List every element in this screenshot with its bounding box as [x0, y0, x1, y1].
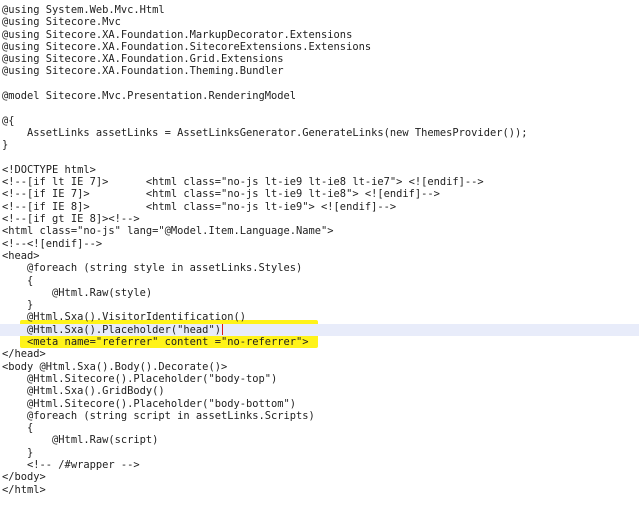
code-editor[interactable]: @using System.Web.Mvc.Html @using Siteco…: [0, 0, 639, 512]
code-line[interactable]: [0, 78, 639, 90]
code-line[interactable]: @Html.Raw(style): [0, 287, 639, 299]
code-line[interactable]: @Html.Sitecore().Placeholder("body-botto…: [0, 398, 639, 410]
code-line[interactable]: <html class="no-js" lang="@Model.Item.La…: [0, 225, 639, 237]
code-line[interactable]: @model Sitecore.Mvc.Presentation.Renderi…: [0, 90, 639, 102]
code-line[interactable]: @foreach (string script in assetLinks.Sc…: [0, 410, 639, 422]
code-lines[interactable]: @using System.Web.Mvc.Html @using Siteco…: [0, 4, 639, 496]
code-line[interactable]: @using Sitecore.XA.Foundation.Grid.Exten…: [0, 53, 639, 65]
code-line[interactable]: @Html.Sxa().VisitorIdentification(): [0, 311, 639, 323]
code-line[interactable]: @{: [0, 115, 639, 127]
code-line[interactable]: <!--[if gt IE 8]><!-->: [0, 213, 639, 225]
code-line[interactable]: }: [0, 139, 639, 151]
code-line[interactable]: @using System.Web.Mvc.Html: [0, 4, 639, 16]
code-line[interactable]: @foreach (string style in assetLinks.Sty…: [0, 262, 639, 274]
code-line[interactable]: <!--[if lt IE 7]> <html class="no-js lt-…: [0, 176, 639, 188]
code-line[interactable]: @Html.Sitecore().Placeholder("body-top"): [0, 373, 639, 385]
code-line[interactable]: <head>: [0, 250, 639, 262]
code-line[interactable]: </html>: [0, 484, 639, 496]
code-line[interactable]: @using Sitecore.Mvc: [0, 16, 639, 28]
code-line-text: @Html.Sxa().Placeholder("head"): [2, 323, 221, 336]
code-line[interactable]: </head>: [0, 348, 639, 360]
code-line[interactable]: @Html.Sxa().GridBody(): [0, 385, 639, 397]
code-line[interactable]: {: [0, 275, 639, 287]
code-line[interactable]: <meta name="referrer" content ="no-refer…: [0, 336, 639, 348]
code-line[interactable]: <!--<![endif]-->: [0, 238, 639, 250]
code-line[interactable]: <!DOCTYPE html>: [0, 164, 639, 176]
code-line[interactable]: {: [0, 422, 639, 434]
code-line[interactable]: }: [0, 447, 639, 459]
code-line[interactable]: @Html.Raw(script): [0, 434, 639, 446]
code-line[interactable]: [0, 102, 639, 114]
code-line[interactable]: <body @Html.Sxa().Body().Decorate()>: [0, 361, 639, 373]
code-line[interactable]: AssetLinks assetLinks = AssetLinksGenera…: [0, 127, 639, 139]
code-line[interactable]: }: [0, 299, 639, 311]
text-caret: [221, 323, 223, 335]
code-line[interactable]: @using Sitecore.XA.Foundation.SitecoreEx…: [0, 41, 639, 53]
code-line[interactable]: <!--[if IE 7]> <html class="no-js lt-ie9…: [0, 188, 639, 200]
code-line[interactable]: <!-- /#wrapper -->: [0, 459, 639, 471]
code-line[interactable]: @using Sitecore.XA.Foundation.MarkupDeco…: [0, 29, 639, 41]
code-line[interactable]: [0, 152, 639, 164]
code-line[interactable]: <!--[if IE 8]> <html class="no-js lt-ie9…: [0, 201, 639, 213]
code-line[interactable]: @using Sitecore.XA.Foundation.Theming.Bu…: [0, 65, 639, 77]
code-line-current[interactable]: @Html.Sxa().Placeholder("head"): [0, 323, 639, 337]
code-line[interactable]: </body>: [0, 471, 639, 483]
